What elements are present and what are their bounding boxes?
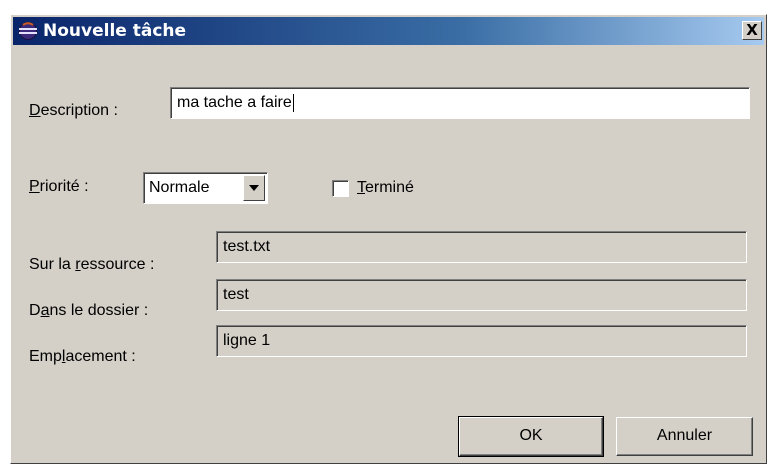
folder-label: Dans le dossier :	[29, 302, 149, 319]
location-field: ligne 1	[216, 325, 747, 357]
done-label[interactable]: Terminé	[357, 178, 414, 198]
folder-field: test	[216, 279, 747, 311]
text-caret	[292, 93, 294, 112]
chevron-down-icon[interactable]	[243, 175, 265, 201]
priority-dropdown[interactable]: Normale	[143, 172, 268, 204]
description-label: Description :	[29, 102, 118, 119]
close-button[interactable]: X	[742, 21, 762, 40]
resource-label: Sur la ressource :	[29, 256, 155, 273]
priority-label: Priorité :	[29, 178, 89, 195]
title-bar[interactable]: Nouvelle tâche X	[13, 17, 764, 45]
new-task-dialog: Nouvelle tâche X Description : ma tache …	[10, 14, 767, 464]
location-label: Emplacement :	[29, 348, 136, 365]
priority-value: Normale	[149, 179, 210, 196]
description-input[interactable]: ma tache a faire	[170, 87, 750, 119]
ok-button[interactable]: OK	[458, 416, 604, 457]
cancel-button[interactable]: Annuler	[616, 417, 753, 456]
resource-field: test.txt	[216, 231, 747, 263]
eclipse-app-icon	[19, 22, 37, 40]
done-checkbox[interactable]	[332, 180, 349, 197]
dialog-title: Nouvelle tâche	[43, 21, 187, 41]
